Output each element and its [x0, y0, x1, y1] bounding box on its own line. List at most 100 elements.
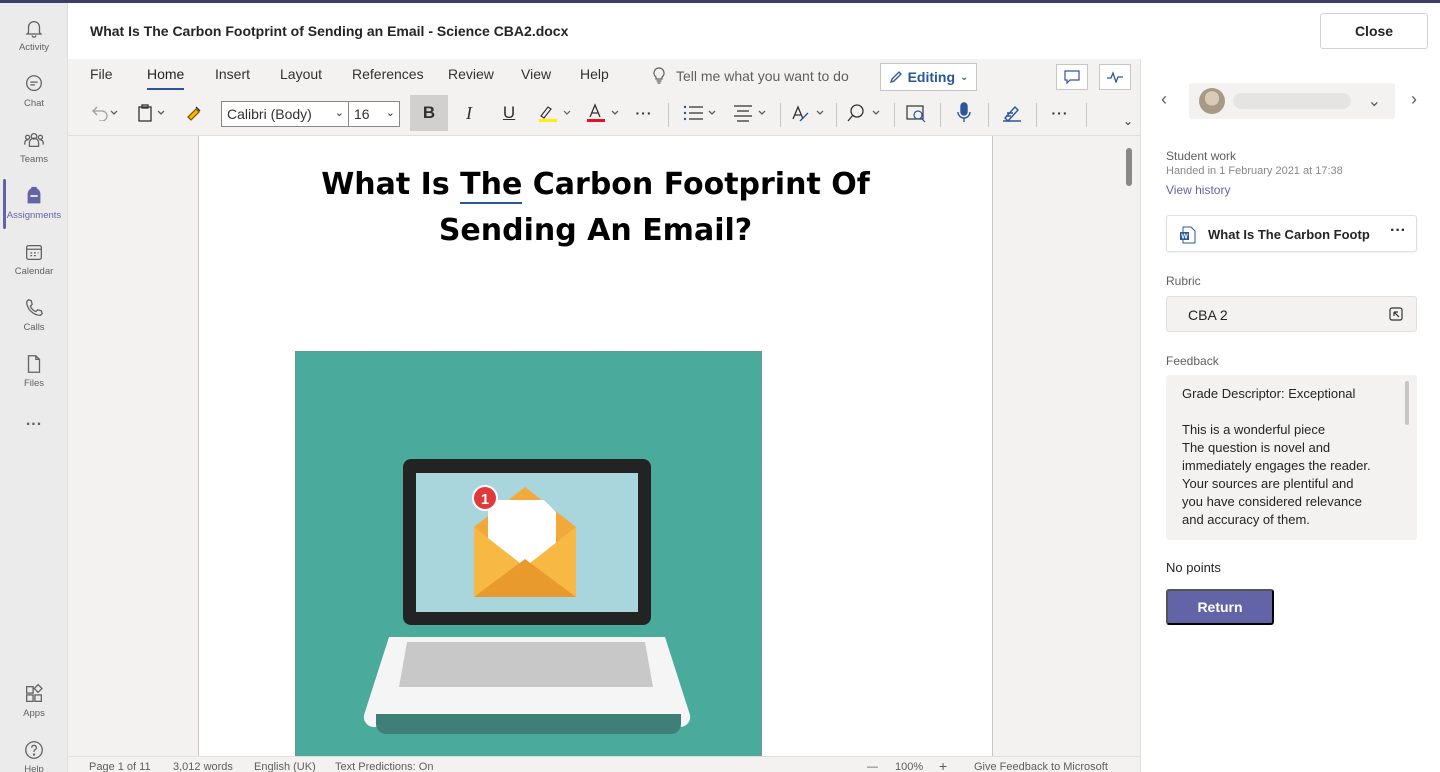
toolbar-divider	[836, 103, 837, 127]
more-font-options-button[interactable]: ···	[630, 99, 658, 127]
paste-button[interactable]	[132, 99, 172, 127]
open-rubric-icon[interactable]	[1388, 306, 1404, 322]
more-icon: ...	[25, 412, 43, 429]
close-button[interactable]: Close	[1320, 13, 1428, 49]
return-button[interactable]: Return	[1166, 589, 1274, 625]
styles-button[interactable]	[788, 99, 830, 127]
zoom-level[interactable]: 100%	[895, 761, 923, 772]
zoom-in-button[interactable]: +	[939, 758, 947, 772]
email-laptop-image[interactable]: 1	[295, 351, 762, 756]
rail-item-assignments[interactable]: Assignments	[0, 179, 68, 231]
tab-layout[interactable]: Layout	[280, 66, 322, 82]
feedback-line: Your sources are plentiful and	[1182, 476, 1354, 491]
comments-button[interactable]	[1056, 64, 1088, 90]
pencil-icon	[889, 71, 902, 84]
student-work-label: Student work	[1166, 149, 1237, 163]
underline-button[interactable]: U	[495, 99, 523, 127]
tab-view[interactable]: View	[521, 66, 551, 82]
rail-label: Teams	[20, 154, 48, 165]
feedback-line: immediately engages the reader.	[1182, 458, 1371, 473]
align-button[interactable]	[730, 99, 772, 127]
italic-button[interactable]: I	[455, 99, 483, 127]
tell-me-search[interactable]: Tell me what you want to do	[652, 67, 849, 85]
editor-pen-icon	[1003, 105, 1021, 123]
file-more-options-icon[interactable]: ···	[1390, 222, 1406, 240]
app-header: What Is The Carbon Footprint of Sending …	[68, 3, 1440, 59]
undo-button[interactable]	[84, 99, 124, 127]
zoom-out-button[interactable]: —	[867, 761, 878, 772]
word-count[interactable]: 3,012 words	[173, 761, 233, 772]
student-name-redacted	[1233, 93, 1351, 109]
rail-item-more[interactable]: ...	[0, 409, 68, 461]
rail-label: Chat	[23, 98, 45, 109]
bold-button[interactable]: B	[410, 95, 448, 131]
rail-item-teams[interactable]: Teams	[0, 123, 68, 175]
more-options-button[interactable]: ···	[1046, 99, 1074, 127]
clipboard-icon	[138, 104, 165, 122]
heading-text-underlined: The	[460, 167, 523, 204]
toolbar-divider	[988, 103, 989, 127]
activity-button[interactable]	[1099, 64, 1131, 90]
feedback-scrollbar[interactable]	[1405, 381, 1409, 425]
rail-label: Assignments	[6, 210, 62, 221]
rail-item-calls[interactable]: Calls	[0, 291, 68, 343]
calendar-icon	[26, 244, 42, 260]
bell-icon	[25, 21, 43, 38]
tab-file[interactable]: File	[90, 66, 113, 82]
format-painter-button[interactable]	[180, 99, 208, 127]
font-color-icon	[587, 103, 619, 122]
file-name: What Is The Carbon Footp	[1208, 227, 1370, 242]
rail-item-apps[interactable]: Apps	[0, 677, 68, 729]
vertical-scrollbar[interactable]	[1126, 148, 1132, 186]
page-count[interactable]: Page 1 of 11	[89, 761, 151, 772]
tab-help[interactable]: Help	[580, 66, 609, 82]
rail-item-chat[interactable]: Chat	[0, 67, 68, 119]
font-name-select[interactable]: Calibri (Body) ⌄	[221, 101, 349, 127]
dictate-button[interactable]	[950, 99, 978, 127]
previous-student-arrow-icon[interactable]: ‹	[1161, 89, 1167, 110]
word-doc-icon: W	[1180, 226, 1196, 244]
rail-item-files[interactable]: Files	[0, 347, 68, 399]
collapse-ribbon-chevron-icon[interactable]: ⌄	[1118, 107, 1138, 135]
rubric-selector[interactable]: CBA 2	[1166, 296, 1417, 332]
submitted-file-card[interactable]: W What Is The Carbon Footp ···	[1166, 215, 1417, 252]
language-indicator[interactable]: English (UK)	[254, 761, 316, 772]
give-feedback-link[interactable]: Give Feedback to Microsoft	[974, 761, 1108, 772]
undo-icon	[92, 106, 118, 121]
svg-text:W: W	[1181, 234, 1188, 241]
font-size-select[interactable]: 16 ⌄	[348, 101, 400, 127]
highlight-button[interactable]	[534, 99, 576, 127]
tab-review[interactable]: Review	[448, 66, 494, 82]
student-selector[interactable]: ⌄	[1189, 83, 1395, 119]
document-heading[interactable]: What Is The Carbon Footprint Of Sending …	[199, 162, 992, 254]
document-page[interactable]: What Is The Carbon Footprint Of Sending …	[198, 136, 993, 756]
rail-label: Calls	[23, 322, 45, 333]
ribbon: File Home Insert Layout References Revie…	[68, 59, 1140, 136]
rubric-label: Rubric	[1166, 274, 1201, 288]
tab-home[interactable]: Home	[147, 66, 185, 90]
apps-icon	[26, 683, 43, 702]
tab-references[interactable]: References	[352, 66, 424, 82]
view-history-link[interactable]: View history	[1166, 183, 1230, 197]
chat-icon	[26, 75, 42, 92]
font-color-button[interactable]	[582, 99, 624, 127]
feedback-textarea[interactable]: Grade Descriptor: Exceptional This is a …	[1166, 375, 1417, 540]
find-button[interactable]	[844, 99, 886, 127]
rail-item-help[interactable]: Help	[0, 733, 68, 772]
bullets-button[interactable]	[680, 99, 722, 127]
tab-insert[interactable]: Insert	[215, 66, 250, 82]
teams-icon	[24, 132, 44, 148]
text-predictions-toggle[interactable]: Text Predictions: On	[335, 761, 433, 772]
rail-item-calendar[interactable]: Calendar	[0, 235, 68, 287]
document-canvas[interactable]: What Is The Carbon Footprint Of Sending …	[68, 136, 1140, 756]
align-center-icon	[734, 105, 766, 122]
rail-label: Files	[23, 378, 45, 389]
status-bar: Page 1 of 11 3,012 words English (UK) Te…	[68, 756, 1140, 772]
immersive-reader-button[interactable]	[902, 99, 930, 127]
editor-button[interactable]	[998, 99, 1026, 127]
editing-mode-dropdown[interactable]: Editing ⌄	[880, 63, 977, 91]
rail-item-activity[interactable]: Activity	[0, 11, 68, 63]
rubric-value: CBA 2	[1188, 307, 1228, 323]
next-student-arrow-icon[interactable]: ›	[1411, 89, 1417, 110]
format-painter-icon	[187, 106, 201, 121]
